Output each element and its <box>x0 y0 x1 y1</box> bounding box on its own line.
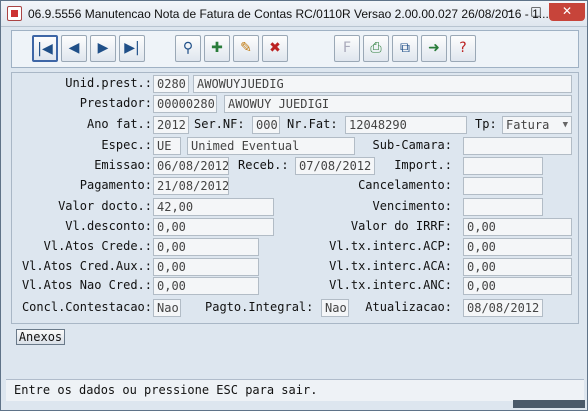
ser-nf-field[interactable]: 000 <box>252 116 280 134</box>
concl-contestacao-field[interactable]: Nao <box>153 299 181 317</box>
prestador-name-field[interactable]: AWOWUY JUEDIGI <box>224 95 572 113</box>
unid-prest-code-field[interactable]: 0280 <box>153 75 189 93</box>
vl-atos-nao-cred-label: Vl.Atos Nao Cred.: <box>21 278 152 292</box>
sub-camara-label: Sub-Camara: <box>372 138 452 152</box>
main-window: 06.9.5556 Manutencao Nota de Fatura de C… <box>0 0 588 411</box>
form-panel: Unid.prest.: 0280 AWOWUYJUEDIG Prestador… <box>11 72 579 324</box>
espec-name-field[interactable]: Unimed Eventual <box>187 137 355 155</box>
vl-tx-acp-field[interactable]: 0,00 <box>463 238 572 256</box>
close-button[interactable]: ✕ <box>549 3 585 21</box>
previous-record-icon[interactable]: ◀ <box>61 35 87 62</box>
next-record-icon[interactable]: ▶ <box>90 35 116 62</box>
vl-tx-aca-field[interactable]: 0,00 <box>463 258 572 276</box>
emissao-label: Emissao: <box>94 158 152 172</box>
import-label: Import.: <box>394 158 452 172</box>
nr-fat-field[interactable]: 12048290 <box>345 116 467 134</box>
edit-record-icon[interactable]: ✎ <box>233 35 259 62</box>
concl-contestacao-label: Concl.Contestacao: <box>21 300 152 314</box>
receb-field[interactable]: 07/08/2012 <box>295 157 375 175</box>
unid-prest-label: Unid.prest.: <box>65 76 152 90</box>
last-record-icon[interactable]: ▶| <box>119 35 145 62</box>
pagto-integral-field[interactable]: Nao <box>321 299 349 317</box>
toolbar: |◀ ◀ ▶ ▶| ⚲ ✚ ✎ ✖ F ⎙ ⧉ ➜ ? <box>11 30 579 68</box>
receb-label: Receb.: <box>238 158 289 172</box>
valor-irrf-field[interactable]: 0,00 <box>463 218 572 236</box>
pagamento-field[interactable]: 21/08/2012 <box>153 177 229 195</box>
status-bar: Entre os dados ou pressione ESC para sai… <box>6 379 584 401</box>
vl-tx-anc-label: Vl.tx.interc.ANC: <box>329 278 452 292</box>
tp-select[interactable]: Fatura ▼ <box>502 116 572 134</box>
app-icon <box>7 6 22 21</box>
anexos-button[interactable]: Anexos <box>16 329 65 345</box>
vl-tx-aca-label: Vl.tx.interc.ACA: <box>329 259 452 273</box>
vl-desconto-label: Vl.desconto: <box>65 219 152 233</box>
minimize-button[interactable]: – <box>497 3 523 21</box>
vl-atos-crede-label: Vl.Atos Crede.: <box>43 239 152 253</box>
vl-atos-cred-aux-label: Vl.Atos Cred.Aux.: <box>21 259 152 273</box>
exit-icon[interactable]: ➜ <box>421 35 447 62</box>
nr-fat-label: Nr.Fat: <box>287 117 338 131</box>
search-icon[interactable]: ⚲ <box>175 35 201 62</box>
add-record-icon[interactable]: ✚ <box>204 35 230 62</box>
filter-icon[interactable]: F <box>334 35 360 62</box>
print-icon[interactable]: ⎙ <box>363 35 389 62</box>
first-record-icon[interactable]: |◀ <box>32 35 58 62</box>
vl-atos-crede-field[interactable]: 0,00 <box>153 238 259 256</box>
emissao-field[interactable]: 06/08/2012 <box>153 157 229 175</box>
resize-grip[interactable] <box>513 400 585 408</box>
valor-docto-field[interactable]: 42,00 <box>153 198 274 216</box>
window-title: 06.9.5556 Manutencao Nota de Fatura de C… <box>28 7 549 21</box>
espec-code-field[interactable]: UE <box>153 137 181 155</box>
tp-label: Tp: <box>475 117 497 131</box>
cancelamento-label: Cancelamento: <box>358 178 452 192</box>
pagamento-label: Pagamento: <box>79 178 152 192</box>
title-bar: 06.9.5556 Manutencao Nota de Fatura de C… <box>1 1 587 27</box>
vl-tx-anc-field[interactable]: 0,00 <box>463 277 572 295</box>
cancelamento-field[interactable] <box>463 177 543 195</box>
vl-atos-cred-aux-field[interactable]: 0,00 <box>153 258 259 276</box>
delete-record-icon[interactable]: ✖ <box>262 35 288 62</box>
ano-fat-label: Ano fat.: <box>86 117 152 131</box>
copy-icon[interactable]: ⧉ <box>392 35 418 62</box>
vl-tx-acp-label: Vl.tx.interc.ACP: <box>329 239 452 253</box>
valor-irrf-label: Valor do IRRF: <box>350 219 452 233</box>
maximize-button[interactable]: □ <box>523 3 549 21</box>
vl-desconto-field[interactable]: 0,00 <box>153 218 274 236</box>
atualizacao-field[interactable]: 08/08/2012 <box>463 299 543 317</box>
vl-atos-nao-cred-field[interactable]: 0,00 <box>153 277 259 295</box>
chevron-down-icon: ▼ <box>562 120 568 130</box>
atualizacao-label: Atualizacao: <box>365 300 452 314</box>
ano-fat-field[interactable]: 2012 <box>153 116 189 134</box>
prestador-label: Prestador: <box>79 96 152 110</box>
espec-label: Espec.: <box>101 138 152 152</box>
valor-docto-label: Valor docto.: <box>58 199 152 213</box>
prestador-code-field[interactable]: 00000280 <box>153 95 217 113</box>
unid-prest-name-field[interactable]: AWOWUYJUEDIG <box>193 75 572 93</box>
vencimento-label: Vencimento: <box>372 199 452 213</box>
import-field[interactable] <box>463 157 543 175</box>
help-icon[interactable]: ? <box>450 35 476 62</box>
vencimento-field[interactable] <box>463 198 543 216</box>
sub-camara-field[interactable] <box>463 137 572 155</box>
tp-select-value: Fatura <box>506 118 550 132</box>
ser-nf-label: Ser.NF: <box>194 117 245 131</box>
pagto-integral-label: Pagto.Integral: <box>205 300 314 314</box>
